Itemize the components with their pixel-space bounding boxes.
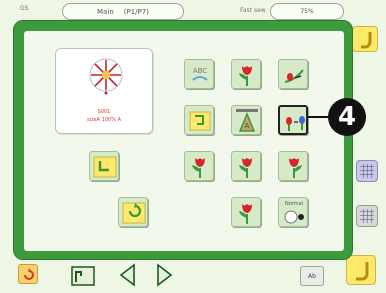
rotate-pattern-button[interactable]: [118, 197, 148, 227]
bottom-bar: [0, 258, 386, 293]
tulip-pattern-button-5[interactable]: [231, 197, 261, 227]
color-change-button[interactable]: [278, 105, 308, 135]
rotate-icon: [24, 268, 34, 280]
home-button[interactable]: [18, 264, 38, 284]
callout-line: [308, 116, 330, 118]
frame-icon: [71, 266, 95, 286]
tulip-icon: [239, 66, 252, 86]
next-page-button[interactable]: [152, 262, 176, 288]
tulip-icon: [239, 158, 252, 178]
previous-page-button[interactable]: [116, 262, 140, 288]
return-arrow-icon: [93, 156, 117, 178]
embroidery-screen: GS Main (P1/P7) Fast sew 75% Ab S001 siz…: [0, 0, 386, 293]
flower-pattern-icon: [89, 58, 123, 95]
fold-arrow-icon: [189, 111, 211, 131]
tulip-pattern-button-4[interactable]: [278, 151, 308, 181]
frame-letter: A: [245, 122, 250, 130]
pattern-name: S001: [97, 109, 111, 115]
tulip-pattern-button-1[interactable]: [231, 59, 261, 89]
bud-pattern-button[interactable]: [278, 59, 308, 89]
abc-text-icon: ABC: [192, 67, 208, 81]
chevron-left-icon: [119, 263, 135, 287]
tulip-icon: [289, 158, 302, 178]
tulip-icon: [239, 204, 252, 224]
pattern-size: sizeA 100% A: [86, 117, 121, 123]
title-pill: Main (P1/P7): [62, 3, 184, 20]
title-text: Main: [97, 7, 114, 16]
abc-text: ABC: [193, 67, 207, 75]
rotate-icon: [122, 202, 146, 224]
grid-view-button-2[interactable]: [356, 205, 378, 227]
chevron-right-icon: [157, 263, 173, 287]
return-button[interactable]: [352, 26, 378, 52]
color-change-icon: [286, 116, 305, 131]
dialog-body: S001 sizeA 100% A ABC A Normal: [24, 31, 344, 251]
pattern-preview: S001 sizeA 100% A: [55, 48, 153, 134]
tulip-pattern-button-3[interactable]: [231, 151, 261, 181]
callout-badge: 4: [328, 98, 366, 136]
grid-icon: [360, 164, 374, 178]
speed-label: Fast sew: [240, 7, 266, 14]
hoop-frame-icon: A: [236, 109, 258, 132]
tulip-pattern-button-2[interactable]: [184, 151, 214, 181]
grid-icon: [360, 209, 374, 223]
thread-spool-icon: Normal: [284, 201, 304, 224]
mode-label: GS: [20, 5, 29, 12]
reset-button[interactable]: Ab: [300, 266, 324, 286]
return-pattern-button[interactable]: [89, 151, 119, 181]
return-arrow-icon: [361, 32, 372, 49]
page-indicator: (P1/P7): [123, 7, 149, 16]
tulip-icon: [192, 158, 205, 178]
thread-mode-text: Normal: [285, 201, 303, 207]
fold-pattern-button[interactable]: [184, 105, 214, 135]
flower-bud-icon: [284, 69, 304, 83]
text-pattern-button[interactable]: ABC: [184, 59, 214, 89]
layout-button[interactable]: [70, 264, 98, 288]
speed-value-pill: 75%: [270, 3, 344, 20]
edit-dialog: S001 sizeA 100% A ABC A Normal: [13, 20, 353, 260]
thread-mode-button[interactable]: Normal: [278, 197, 308, 227]
hoop-frame-button[interactable]: A: [231, 105, 261, 135]
grid-view-button[interactable]: [356, 160, 378, 182]
